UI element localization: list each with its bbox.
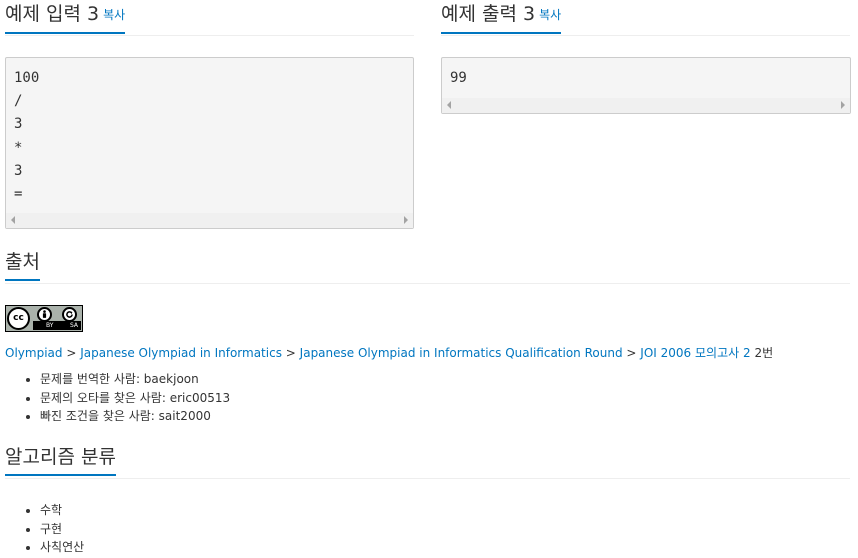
list-item: 문제를 번역한 사람: baekjoon [40, 370, 230, 389]
source-header: 출처 [5, 248, 850, 284]
share-alike-icon [62, 307, 77, 322]
cc-by-sa-license-badge[interactable]: cc BY SA [5, 305, 83, 332]
cc-icon: cc [7, 307, 30, 330]
example-input-text: 100 / 3 * 3 = [14, 70, 40, 203]
attribution-icon [37, 307, 52, 322]
output-horizontal-scrollbar[interactable] [442, 98, 850, 113]
algorithm-title: 알고리즘 분류 [5, 446, 116, 476]
example-input-code[interactable]: 100 / 3 * 3 = [5, 57, 414, 229]
algorithm-tags: 수학 구현 사칙연산 [5, 501, 84, 557]
credits-list: 문제를 번역한 사람: baekjoon 문제의 오타를 찾은 사람: eric… [5, 370, 230, 426]
example-output-text: 99 [450, 70, 467, 86]
license-strip: BY SA [33, 321, 81, 330]
copy-output-link[interactable]: 복사 [539, 8, 561, 22]
breadcrumb-olympiad[interactable]: Olympiad [5, 346, 63, 360]
algorithm-header: 알고리즘 분류 [5, 443, 850, 479]
breadcrumb-joi-qualification[interactable]: Japanese Olympiad in Informatics Qualifi… [300, 346, 623, 360]
example-input-header: 예제 입력 3 복사 [5, 0, 414, 36]
list-item: 문제의 오타를 찾은 사람: eric00513 [40, 389, 230, 408]
scroll-right-icon[interactable] [841, 101, 845, 109]
scroll-right-icon[interactable] [404, 216, 408, 224]
list-item: 빠진 조건을 찾은 사람: sait2000 [40, 407, 230, 426]
input-horizontal-scrollbar[interactable] [6, 213, 413, 228]
breadcrumb-contest[interactable]: JOI 2006 모의고사 2 [640, 346, 750, 360]
example-output-code[interactable]: 99 [441, 57, 851, 114]
example-output-header: 예제 출력 3 복사 [441, 0, 850, 36]
example-input-title: 예제 입력 3 복사 [5, 3, 126, 34]
scroll-left-icon[interactable] [11, 216, 15, 224]
breadcrumb-problem-number: 2번 [754, 346, 774, 360]
source-title: 출처 [5, 251, 40, 281]
algorithm-tag[interactable]: 사칙연산 [40, 538, 84, 557]
breadcrumb-joi[interactable]: Japanese Olympiad in Informatics [80, 346, 282, 360]
source-breadcrumb: Olympiad > Japanese Olympiad in Informat… [5, 346, 774, 360]
algorithm-tag[interactable]: 수학 [40, 501, 84, 520]
example-output-title: 예제 출력 3 복사 [441, 3, 562, 34]
scroll-left-icon[interactable] [447, 101, 451, 109]
copy-input-link[interactable]: 복사 [103, 8, 125, 22]
algorithm-tag[interactable]: 구현 [40, 520, 84, 539]
